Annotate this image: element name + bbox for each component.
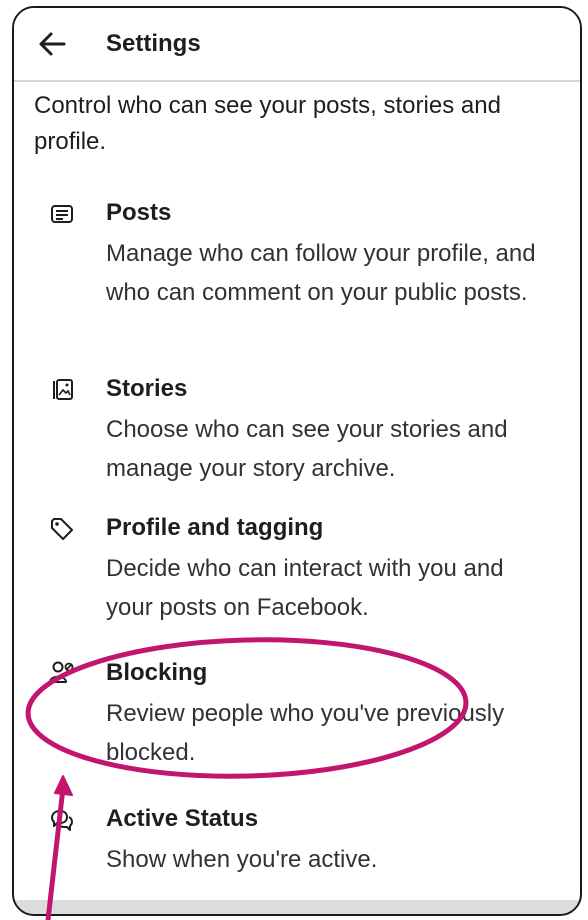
chat-bubbles-icon — [51, 810, 73, 831]
settings-item-description: Show when you're active. — [106, 846, 378, 873]
settings-item-title: Posts — [106, 199, 172, 226]
stories-icon — [53, 379, 73, 400]
settings-item-description: Manage who can follow your profile, and … — [106, 240, 536, 306]
intro-text: Control who can see your posts, stories … — [34, 92, 501, 155]
settings-item-title: Blocking — [106, 659, 208, 686]
settings-item-description: Choose who can see your stories and mana… — [106, 416, 508, 482]
bottom-bar — [14, 900, 580, 914]
blocking-icon — [49, 661, 74, 683]
settings-item-title: Stories — [106, 375, 188, 402]
posts-icon — [51, 205, 73, 223]
settings-item-description: Decide who can interact with you and you… — [106, 555, 504, 621]
settings-item-title: Active Status — [106, 805, 259, 832]
settings-item-title: Profile and tagging — [106, 514, 324, 541]
settings-item-description: Review people who you've previously bloc… — [106, 700, 505, 766]
page-title: Settings — [106, 30, 201, 57]
arrow-left-icon[interactable] — [36, 28, 68, 60]
phone-screen-frame: Settings Control who can see your posts,… — [12, 6, 582, 916]
tag-icon — [51, 518, 73, 540]
header-bar: Settings — [14, 8, 580, 82]
